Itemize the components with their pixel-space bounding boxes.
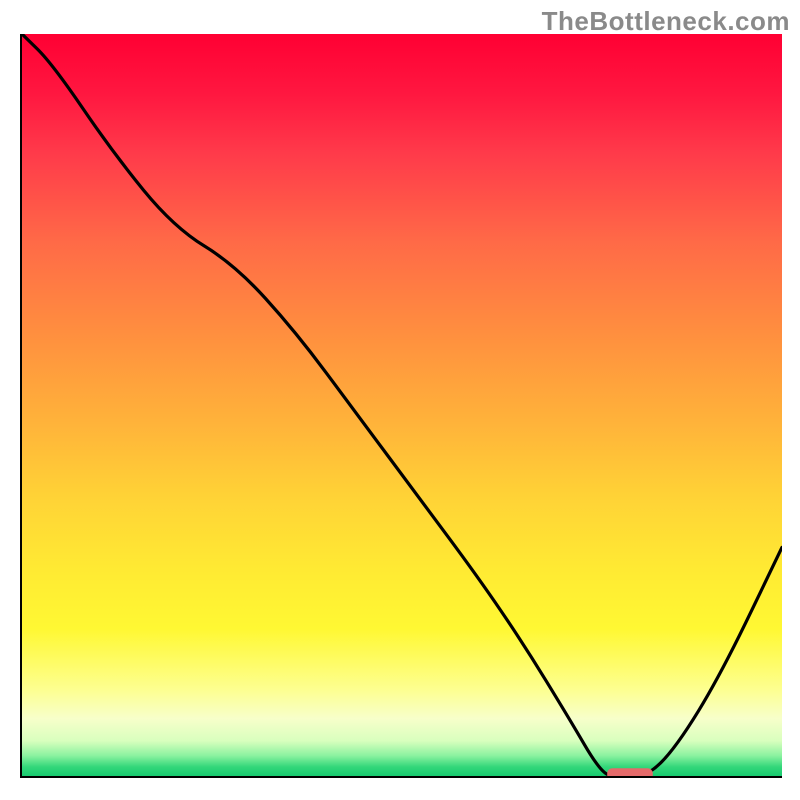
curve-layer xyxy=(22,34,782,778)
optimal-range-marker xyxy=(607,768,653,778)
bottleneck-chart: TheBottleneck.com xyxy=(0,0,800,800)
watermark-text: TheBottleneck.com xyxy=(542,6,790,37)
bottleneck-curve xyxy=(22,34,782,778)
plot-area xyxy=(22,34,782,778)
